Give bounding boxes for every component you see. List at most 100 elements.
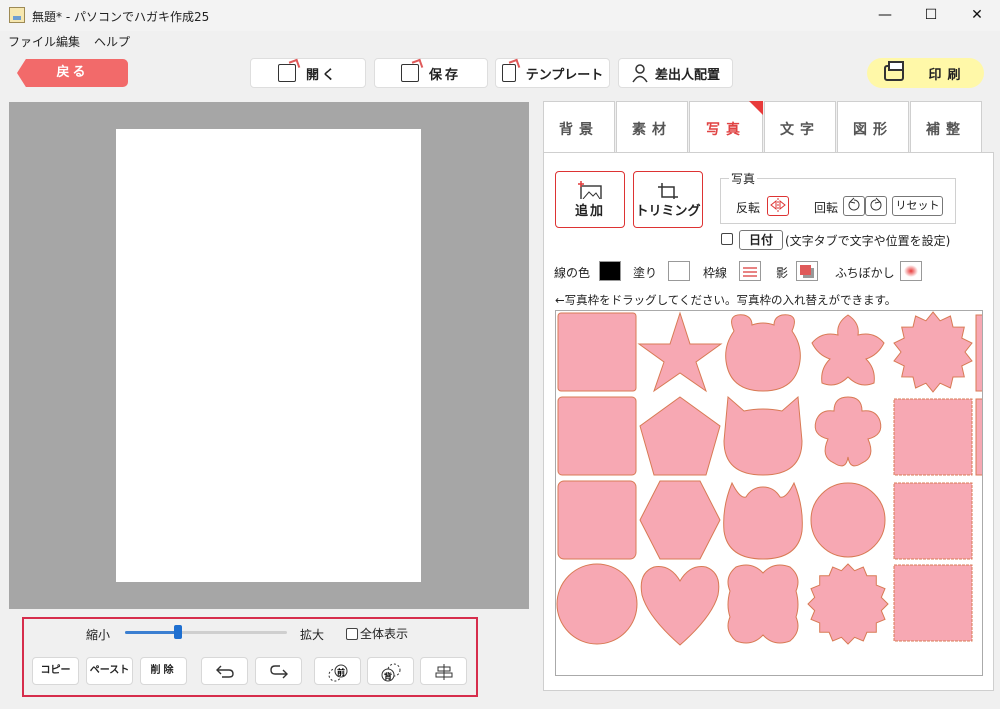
frame-sunburst[interactable] <box>893 311 973 393</box>
line-color-swatch[interactable] <box>599 261 621 281</box>
fit-all-box[interactable] <box>346 627 358 640</box>
frame-rounded-square[interactable] <box>557 396 637 476</box>
frame-edge-partial[interactable] <box>975 314 983 392</box>
title-bar: 無題* - パソコンでハガキ作成25 — ☐ ✕ <box>0 0 1000 31</box>
fit-all-checkbox[interactable]: 全体表示 <box>346 625 408 642</box>
trim-label: トリミング <box>635 204 701 219</box>
paste-button[interactable]: ペースト <box>86 657 133 685</box>
frame-hexagon[interactable] <box>639 480 721 560</box>
frame-edge-partial-2[interactable] <box>975 398 983 476</box>
zoom-slider[interactable] <box>125 625 287 639</box>
canvas-area[interactable] <box>9 102 529 609</box>
svg-text:背: 背 <box>384 671 392 681</box>
bottom-controls: 縮小 拡大 全体表示 コピー ペースト 削除 前 背 <box>22 617 478 697</box>
flip-label: 反転 <box>736 201 761 215</box>
frame-square[interactable] <box>557 312 637 392</box>
frame-line-icon <box>743 267 757 277</box>
frame-scallop[interactable] <box>810 482 886 558</box>
rotate-right-button[interactable] <box>865 196 887 216</box>
menu-edit[interactable]: 編集 <box>56 33 80 50</box>
date-button[interactable]: 日付 <box>739 230 783 250</box>
bring-front-icon: 前 <box>328 664 347 682</box>
fill-label: 塗り <box>633 266 658 280</box>
menu-help[interactable]: ヘルプ <box>94 33 130 50</box>
flip-icon <box>770 198 786 212</box>
template-button[interactable]: テンプレート <box>495 58 610 88</box>
frame-cat[interactable] <box>723 395 803 476</box>
reset-button[interactable]: リセット <box>892 196 943 216</box>
fill-color-swatch[interactable] <box>668 261 690 281</box>
tab-material[interactable]: 素材 <box>616 101 688 153</box>
back-button[interactable]: 戻る <box>17 59 128 87</box>
save-button[interactable]: 保存 <box>374 58 488 88</box>
rotate-label: 回転 <box>814 201 839 215</box>
frame-bear[interactable] <box>725 314 801 392</box>
frame-line-button[interactable] <box>739 261 761 281</box>
frame-flower[interactable] <box>814 396 882 467</box>
rotate-left-button[interactable] <box>843 196 865 216</box>
tab-shape[interactable]: 図形 <box>837 101 909 153</box>
save-label: 保存 <box>428 67 461 83</box>
photo-transform-group: 写真 反転 回転 リセット <box>720 170 956 224</box>
blur-icon <box>904 265 918 277</box>
frame-pentagon[interactable] <box>639 396 721 476</box>
photo-frame-gallery[interactable] <box>555 310 983 676</box>
shadow-button[interactable] <box>796 261 818 281</box>
blur-button[interactable] <box>900 261 922 281</box>
print-button[interactable]: 印刷 <box>867 58 984 88</box>
frame-sakura[interactable] <box>811 314 885 386</box>
tab-adjust[interactable]: 補整 <box>910 101 982 153</box>
date-checkbox[interactable] <box>721 233 733 245</box>
sender-layout-button[interactable]: 差出人配置 <box>618 58 733 88</box>
shadow-icon <box>800 265 814 278</box>
app-icon <box>9 7 25 23</box>
copy-button[interactable]: コピー <box>32 657 79 685</box>
minimize-button[interactable]: — <box>862 0 908 31</box>
person-icon <box>632 64 648 83</box>
rotate-left-icon <box>848 197 860 211</box>
fit-all-label: 全体表示 <box>360 627 409 641</box>
tab-text[interactable]: 文字 <box>764 101 836 153</box>
printer-icon <box>884 61 905 81</box>
print-label: 印刷 <box>928 67 967 83</box>
photo-panel: 追加 トリミング 写真 反転 回転 リセット 日付 (文字タブで文字や位置を設定… <box>543 152 994 691</box>
zoom-slider-fill <box>125 631 179 634</box>
undo-button[interactable] <box>201 657 248 685</box>
align-button[interactable] <box>420 657 467 685</box>
flip-button[interactable] <box>767 196 789 216</box>
send-back-button[interactable]: 背 <box>367 657 414 685</box>
frame-heart[interactable] <box>640 566 720 646</box>
delete-button[interactable]: 削除 <box>140 657 187 685</box>
frame-line-label: 枠線 <box>703 266 728 280</box>
sender-label: 差出人配置 <box>654 67 720 83</box>
close-button[interactable]: ✕ <box>954 0 1000 31</box>
frame-circle[interactable] <box>556 563 638 645</box>
maximize-button[interactable]: ☐ <box>908 0 954 31</box>
undo-icon <box>215 665 234 678</box>
frame-cog-flower[interactable] <box>807 563 889 645</box>
zoom-slider-thumb[interactable] <box>174 625 183 639</box>
drag-hint: ←写真枠をドラッグしてください。写真枠の入れ替えができます。 <box>555 293 897 307</box>
menu-file[interactable]: ファイル <box>8 33 56 50</box>
add-image-icon <box>578 181 602 199</box>
postcard-paper[interactable] <box>116 129 421 582</box>
frame-rabbit[interactable] <box>723 481 803 560</box>
bring-front-button[interactable]: 前 <box>314 657 361 685</box>
toolbar: 戻る 開く 保存 テンプレート 差出人配置 印刷 <box>0 51 1000 97</box>
open-button[interactable]: 開く <box>250 58 366 88</box>
template-icon <box>501 64 516 82</box>
trim-button[interactable]: トリミング <box>633 171 703 228</box>
add-photo-button[interactable]: 追加 <box>555 171 625 228</box>
frame-soft-square[interactable] <box>557 480 637 560</box>
tab-photo[interactable]: 写真 <box>689 101 763 154</box>
frame-star[interactable] <box>637 311 723 393</box>
tab-background[interactable]: 背景 <box>543 101 615 153</box>
open-file-icon <box>277 64 296 82</box>
blur-label: ふちぼかし <box>835 266 895 280</box>
frame-postage-2[interactable] <box>893 482 973 560</box>
frame-postage-1[interactable] <box>893 398 973 476</box>
frame-clover[interactable] <box>727 564 799 644</box>
frame-postage-3[interactable] <box>893 564 973 642</box>
redo-button[interactable] <box>255 657 302 685</box>
shadow-label: 影 <box>776 266 789 280</box>
